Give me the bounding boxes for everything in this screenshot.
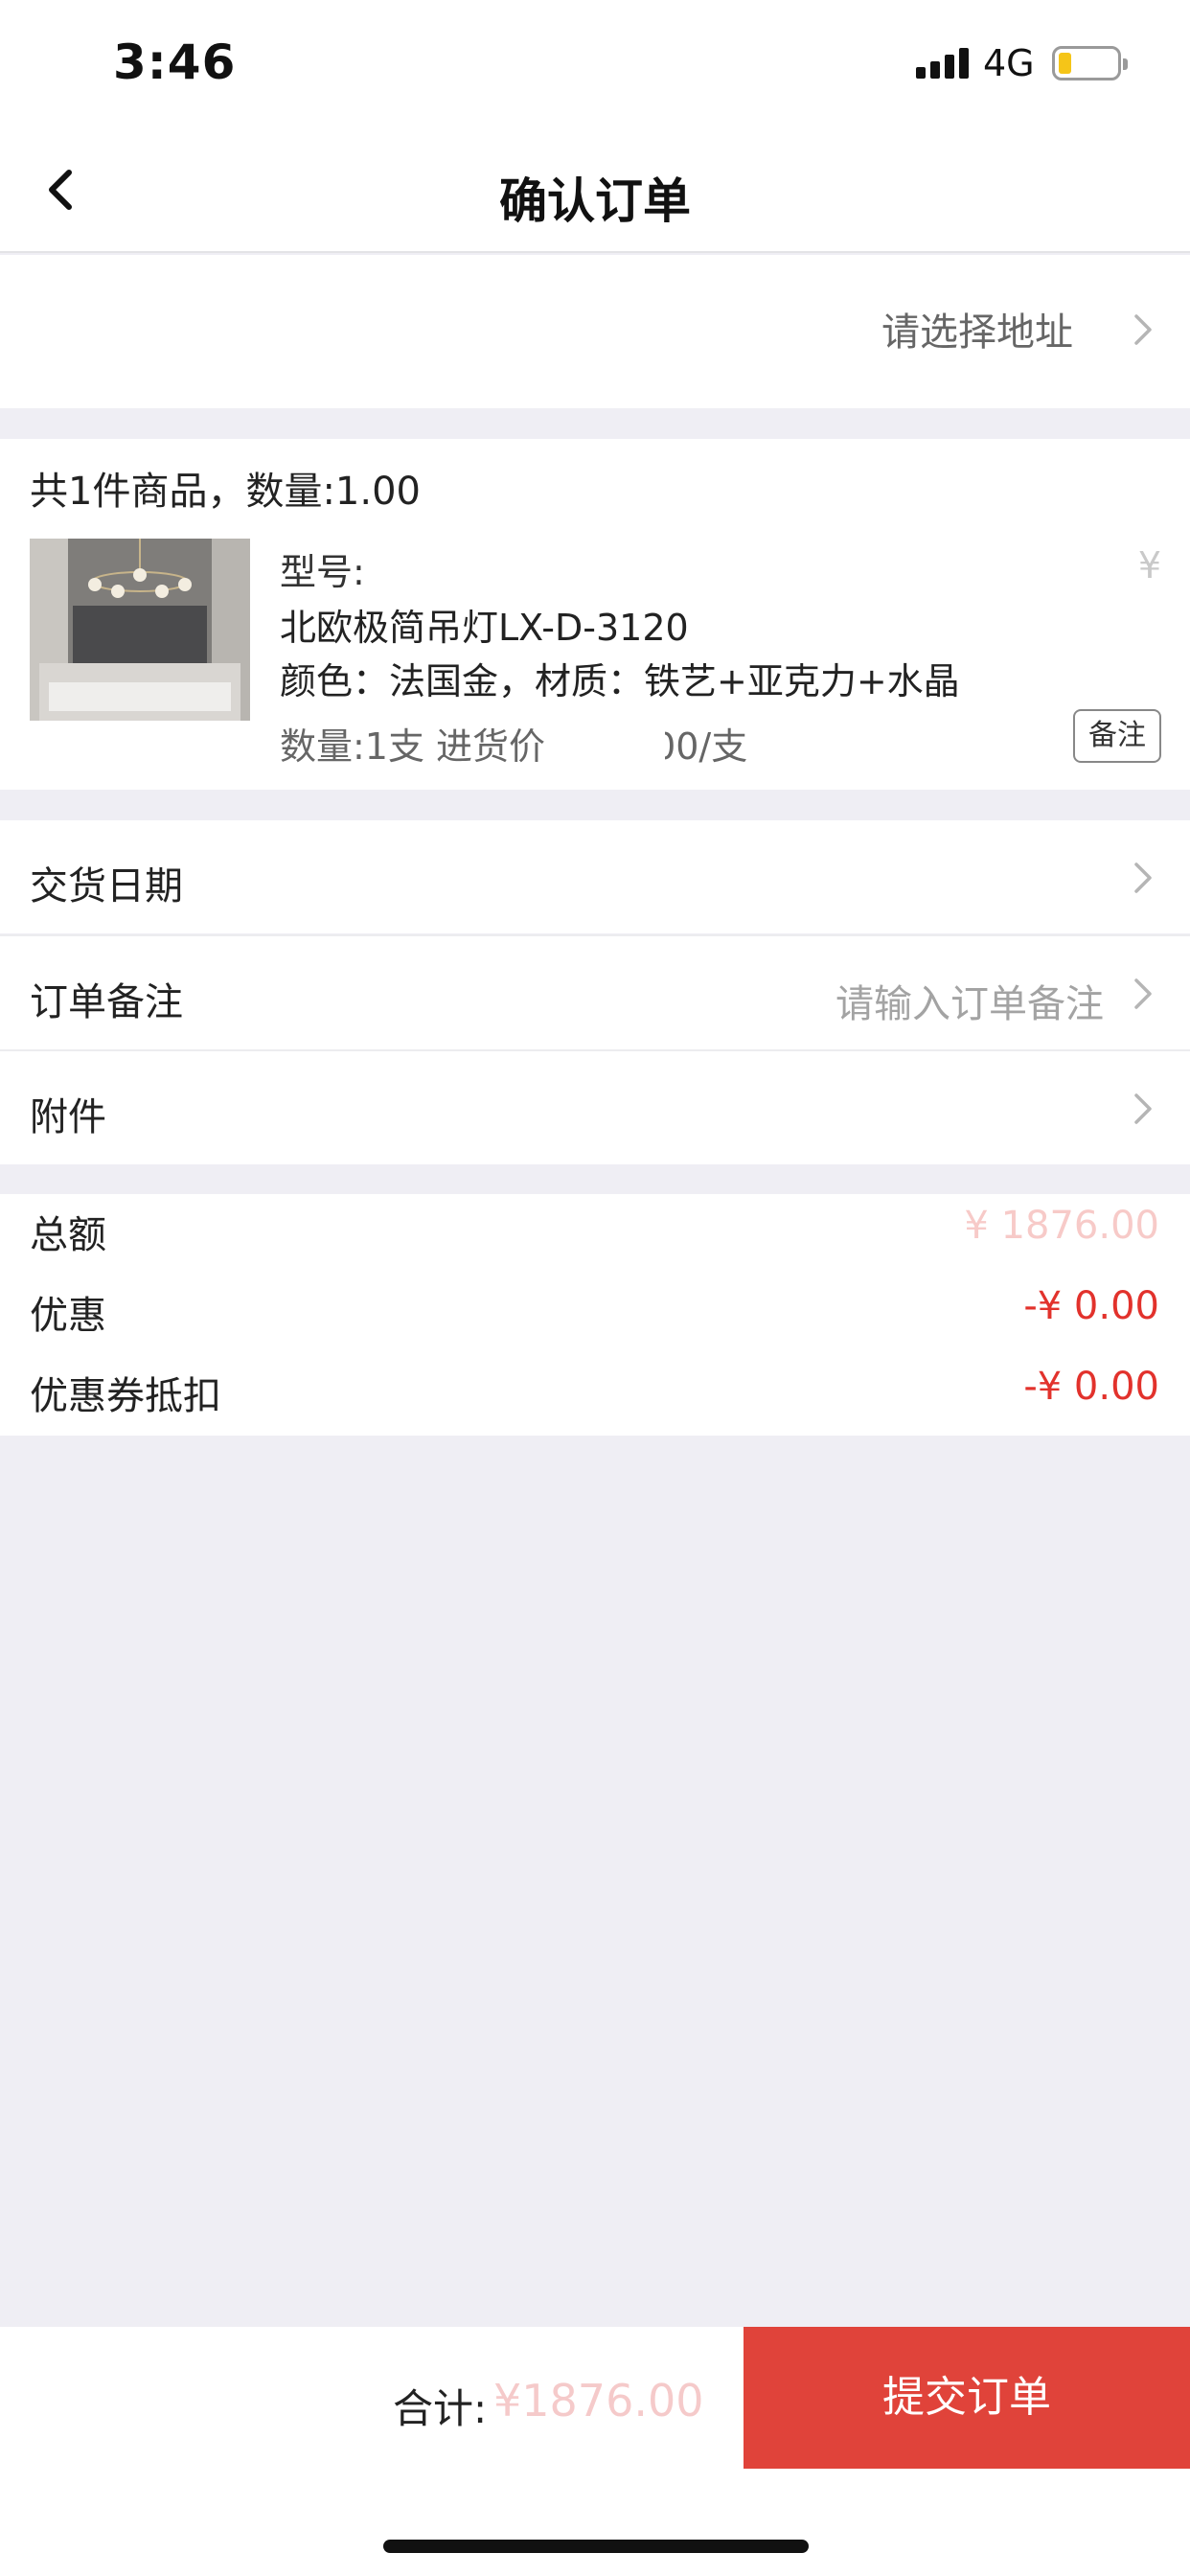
chevron-right-icon <box>1134 978 1152 1009</box>
product-card: 共1件商品，数量:1.00 型号: ¥ 北欧极简吊灯LX-D-3120 颜色：法… <box>0 439 1190 790</box>
page-title: 确认订单 <box>499 173 691 229</box>
unit-suffix: 00/支 <box>652 725 748 768</box>
order-remark-placeholder: 请输入订单备注 <box>835 982 1104 1026</box>
product-image <box>30 539 250 721</box>
chevron-right-icon <box>1134 314 1152 345</box>
status-time: 3:46 <box>113 34 237 90</box>
battery-icon <box>1052 46 1128 80</box>
product-model-label: 型号: <box>280 551 365 593</box>
coupon-value: -¥ 0.00 <box>1023 1365 1159 1409</box>
address-placeholder: 请选择地址 <box>881 310 1073 355</box>
delivery-date-label: 交货日期 <box>30 864 183 908</box>
sum-value: ¥1876.00 <box>493 2375 704 2426</box>
coupon-label: 优惠券抵扣 <box>30 1374 221 1418</box>
attachment-row[interactable]: 附件 <box>0 1051 1190 1164</box>
delivery-date-row[interactable]: 交货日期 <box>0 820 1190 933</box>
quantity-text: 数量:1支 进货价 <box>280 725 546 768</box>
confirm-order-screen: 3:46 4G 确认订单 请选择地址 共1件商品，数量:1.00 型号: ¥ 北… <box>0 0 1190 2576</box>
product-price: ¥ <box>1137 544 1161 586</box>
redaction-block <box>554 698 665 761</box>
attachment-label: 附件 <box>30 1095 106 1139</box>
product-name: 北欧极简吊灯LX-D-3120 <box>280 607 689 649</box>
address-selector[interactable]: 请选择地址 <box>0 255 1190 408</box>
sum-label: 合计: <box>393 2385 488 2432</box>
signal-icon <box>916 48 970 79</box>
chevron-right-icon <box>1134 862 1152 893</box>
order-remark-row[interactable]: 订单备注 请输入订单备注 <box>0 936 1190 1049</box>
order-summary: 共1件商品，数量:1.00 <box>30 470 421 514</box>
discount-label: 优惠 <box>30 1294 106 1338</box>
total-label: 总额 <box>30 1213 106 1257</box>
bottom-action-bar: 合计: ¥1876.00 提交订单 <box>0 2327 1190 2576</box>
product-quantity-price: 数量:1支 进货价 00/支 <box>280 717 747 770</box>
discount-value: -¥ 0.00 <box>1023 1284 1159 1328</box>
navigation-bar: 确认订单 <box>0 134 1190 253</box>
network-type: 4G <box>983 42 1035 84</box>
price-summary: 总额 ¥ 1876.00 优惠 -¥ 0.00 优惠券抵扣 -¥ 0.00 <box>0 1194 1190 1436</box>
status-bar: 3:46 4G <box>0 0 1190 134</box>
product-attributes: 颜色：法国金，材质：铁艺+亚克力+水晶 <box>280 660 960 702</box>
total-value: ¥ 1876.00 <box>964 1204 1159 1248</box>
chevron-right-icon <box>1134 1093 1152 1124</box>
submit-order-button[interactable]: 提交订单 <box>744 2327 1190 2469</box>
item-remark-button[interactable]: 备注 <box>1073 709 1161 763</box>
home-indicator <box>383 2540 809 2553</box>
order-remark-label: 订单备注 <box>30 980 183 1024</box>
